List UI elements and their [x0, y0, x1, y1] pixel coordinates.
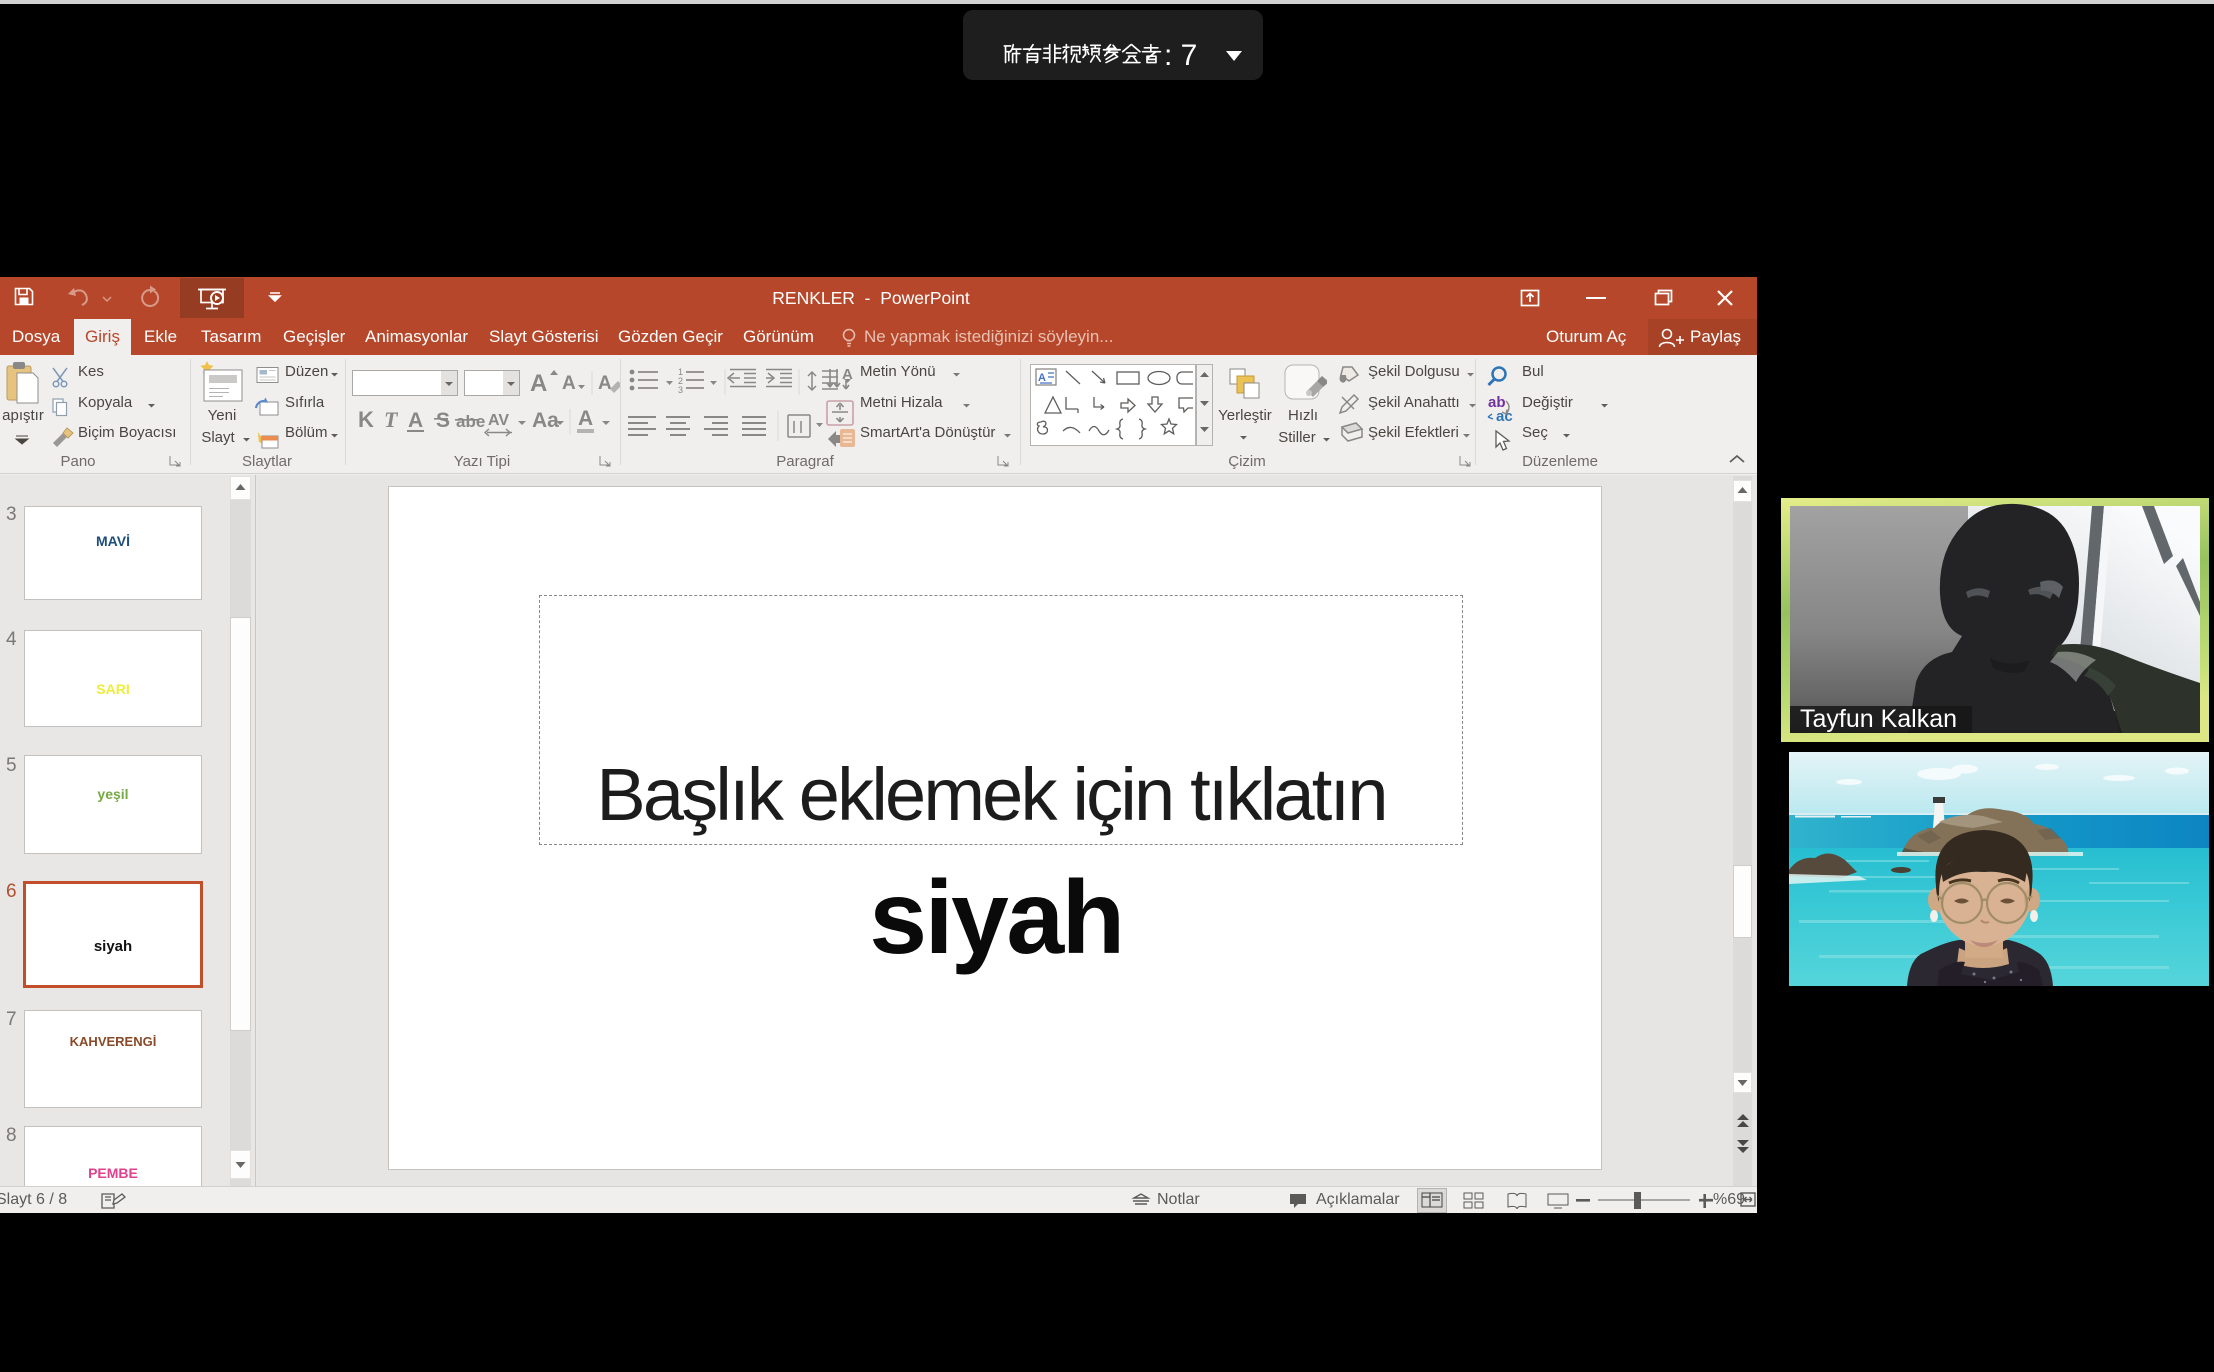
- svg-text:: 7: : 7: [1164, 39, 1197, 72]
- svg-text:A: A: [598, 373, 612, 394]
- svg-text:A: A: [562, 373, 576, 394]
- svg-text:K: K: [358, 407, 374, 432]
- svg-text:ac: ac: [1496, 408, 1513, 425]
- svg-text:A: A: [1038, 372, 1046, 384]
- svg-text:Aa: Aa: [532, 409, 559, 432]
- svg-text:A: A: [408, 409, 423, 432]
- svg-text:A: A: [842, 367, 853, 383]
- svg-text:A: A: [578, 407, 593, 430]
- svg-text:T: T: [384, 407, 399, 432]
- svg-text:3: 3: [678, 385, 683, 395]
- svg-text:Tayfun Kalkan: Tayfun Kalkan: [1800, 705, 1957, 733]
- svg-text:S: S: [436, 409, 450, 432]
- svg-text:AV: AV: [488, 412, 509, 429]
- svg-text:abe: abe: [456, 412, 485, 431]
- svg-text:A: A: [530, 370, 547, 397]
